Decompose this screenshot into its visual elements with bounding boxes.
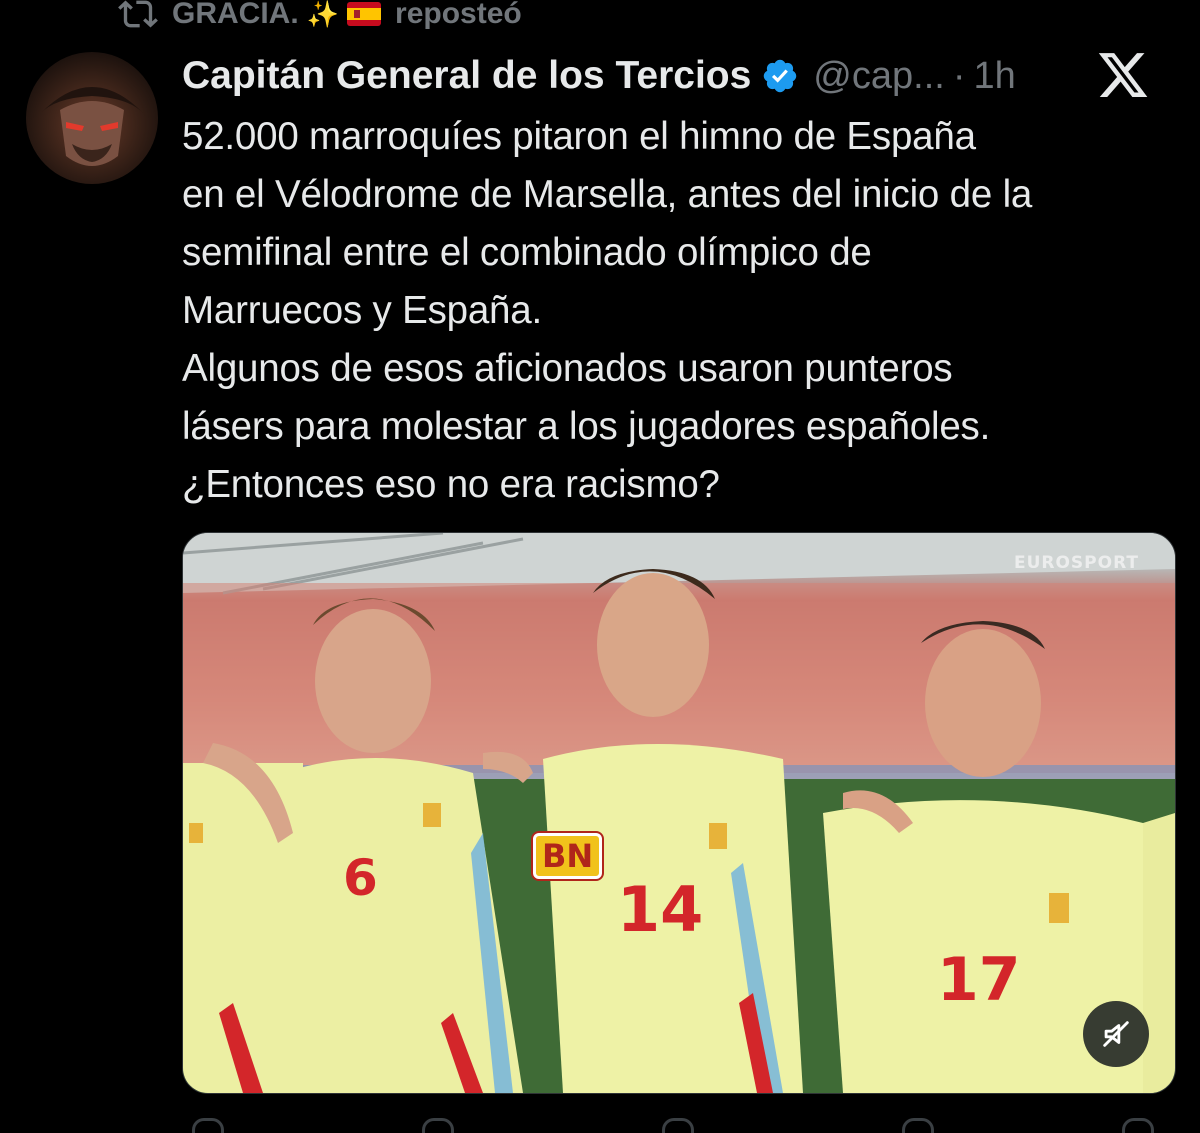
tweet-video[interactable]: EUROSPORT BN 6 14 17 bbox=[182, 532, 1176, 1094]
repost-user[interactable]: GRACIA. ✨ bbox=[172, 0, 382, 31]
sparkles-emoji-icon: ✨ bbox=[306, 0, 340, 29]
broadcast-watermark: EUROSPORT bbox=[1013, 553, 1139, 573]
muted-speaker-icon bbox=[1103, 1021, 1129, 1047]
verified-badge-icon[interactable] bbox=[761, 57, 799, 95]
author-handle[interactable]: @cap... bbox=[813, 55, 945, 98]
author-name[interactable]: Capitán General de los Tercios bbox=[182, 54, 751, 98]
tweet-header: Capitán General de los Tercios @cap... ·… bbox=[182, 48, 1174, 104]
author-avatar[interactable] bbox=[26, 52, 158, 184]
jersey-number: 14 bbox=[617, 873, 704, 946]
overlay-badge: BN bbox=[533, 833, 603, 879]
repost-action-text: reposteó bbox=[395, 0, 522, 30]
tweet-action-bar bbox=[182, 1118, 1162, 1133]
x-logo-icon[interactable] bbox=[1096, 48, 1150, 102]
jersey-number: 6 bbox=[343, 849, 378, 907]
tweet-text-line: semifinal entre el combinado olímpico de bbox=[182, 231, 872, 274]
tweet-time[interactable]: 1h bbox=[973, 55, 1015, 98]
repost-header: GRACIA. ✨ reposteó bbox=[118, 0, 522, 36]
separator-dot: · bbox=[952, 54, 966, 97]
tweet-text-line: Algunos de esos aficionados usaron punte… bbox=[182, 347, 953, 390]
tweet-text: 52.000 marroquíes pitaron el himno de Es… bbox=[182, 108, 1182, 514]
tweet-text-line: 52.000 marroquíes pitaron el himno de Es… bbox=[182, 115, 976, 158]
tweet-text-line: ¿Entonces eso no era racismo? bbox=[182, 463, 720, 506]
tweet-text-line: en el Vélodrome de Marsella, antes del i… bbox=[182, 173, 1033, 216]
tweet-text-line: lásers para molestar a los jugadores esp… bbox=[182, 405, 991, 448]
jersey-number: 17 bbox=[937, 945, 1021, 1015]
video-frame bbox=[183, 533, 1175, 1093]
spain-flag-icon bbox=[347, 2, 382, 26]
repost-user-name[interactable]: GRACIA. bbox=[172, 0, 299, 31]
tweet-text-line: Marruecos y España. bbox=[182, 289, 542, 332]
unmute-button[interactable] bbox=[1083, 1001, 1149, 1067]
repost-icon bbox=[118, 0, 158, 34]
